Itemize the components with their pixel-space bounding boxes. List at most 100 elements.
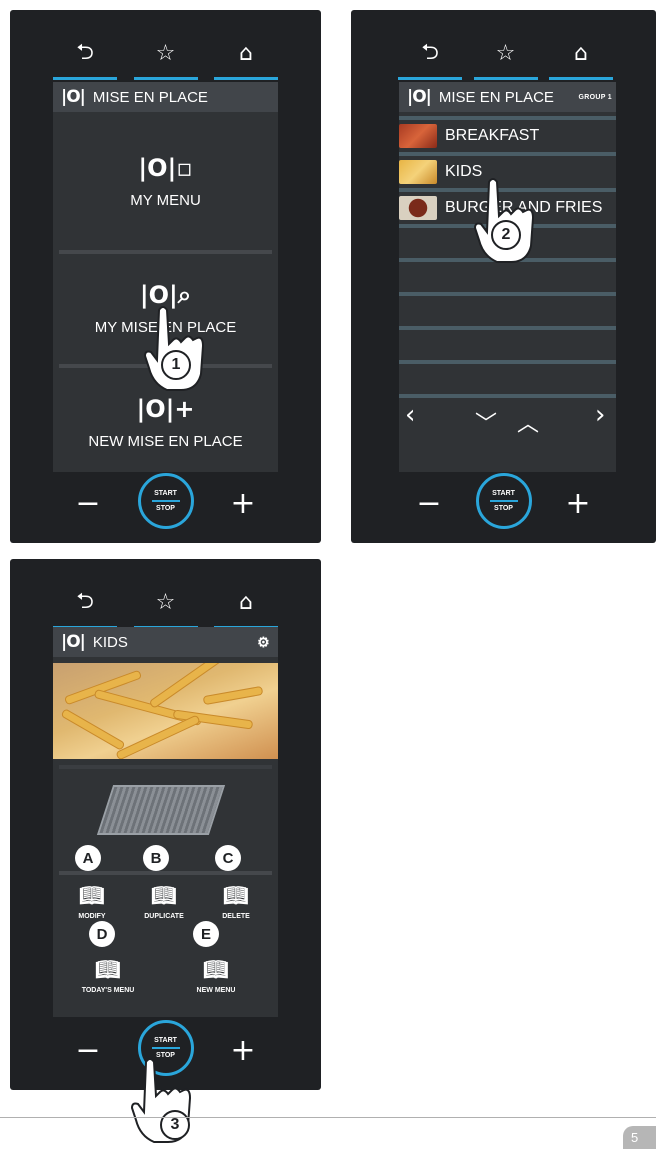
oven-panel-mise-en-place-list: ⮌ ☆ ⌂ |O| MISE EN PLACE GROUP 1 BREAKFAS…: [351, 10, 656, 543]
todays-menu-button[interactable]: 📖︎ TODAY'S MENU: [63, 957, 153, 994]
plus-button[interactable]: +: [223, 1030, 263, 1070]
list-item-label: BREAKFAST: [445, 127, 540, 144]
screen: |O| KIDS ⚙ A B C 📖︎ MODIFY 📖︎ DUPLICATE: [53, 627, 278, 1017]
label-d: D: [89, 921, 115, 947]
start-stop-button[interactable]: START STOP: [137, 473, 194, 529]
start-stop-separator: [151, 500, 180, 502]
pointing-hand-icon: [143, 306, 205, 391]
label-c: C: [215, 845, 241, 871]
header-title: MISE EN PLACE: [438, 88, 554, 106]
start-label: START: [492, 490, 515, 497]
action-label: NEW MENU: [196, 987, 236, 994]
book-delete-icon: 📖︎: [223, 883, 249, 907]
cutlery-icon: |O|: [61, 87, 86, 107]
book-eye-icon: 📖︎: [79, 883, 105, 907]
kids-photo: [53, 663, 278, 759]
cutlery-icon: |O|: [407, 87, 432, 107]
cutlery-icon: |O|: [61, 632, 86, 652]
duplicate-button[interactable]: 📖︎ DUPLICATE: [127, 883, 201, 920]
top-nav-bar: ⮌ ☆ ⌂: [53, 579, 278, 629]
top-nav-bar: ⮌ ☆ ⌂: [398, 30, 613, 80]
tile-label: NEW MISE EN PLACE: [88, 432, 243, 450]
minus-button[interactable]: −: [68, 483, 108, 523]
divider: [59, 250, 272, 254]
screen: |O| MISE EN PLACE GROUP 1 BREAKFAST KIDS…: [399, 82, 616, 472]
list-separator: [399, 116, 616, 120]
label-a: A: [75, 845, 101, 871]
home-icon[interactable]: ⌂: [214, 579, 278, 629]
start-stop-separator: [151, 1047, 180, 1049]
list-item-breakfast[interactable]: BREAKFAST: [399, 122, 616, 150]
oven-panel-kids: ⮌ ☆ ⌂ |O| KIDS ⚙ A B C 📖︎ MODIFY 📖︎ DUPL…: [10, 559, 321, 1090]
list-separator: [399, 394, 616, 398]
header-title: KIDS: [92, 633, 128, 651]
control-bar: − START STOP +: [351, 473, 656, 533]
fry: [202, 685, 264, 706]
back-icon[interactable]: ⮌: [53, 30, 117, 80]
action-label: MODIFY: [78, 913, 106, 920]
list-separator: [399, 360, 616, 364]
action-label: DUPLICATE: [144, 913, 184, 920]
fry: [60, 708, 126, 751]
divider: [59, 765, 272, 769]
burger-thumbnail: [399, 196, 437, 220]
stop-label: STOP: [494, 505, 513, 512]
minus-button[interactable]: −: [409, 483, 449, 523]
modify-button[interactable]: 📖︎ MODIFY: [57, 883, 127, 920]
book-duplicate-icon: 📖︎: [151, 883, 177, 907]
screen-header: |O| MISE EN PLACE: [53, 82, 278, 112]
header-title: MISE EN PLACE: [92, 88, 208, 106]
settings-icon[interactable]: ⚙: [257, 634, 270, 651]
star-icon[interactable]: ☆: [133, 579, 198, 629]
fry: [115, 714, 201, 759]
screen-header: |O| KIDS ⚙: [53, 627, 278, 657]
start-label: START: [154, 490, 177, 497]
step-number-badge: 1: [161, 350, 191, 380]
action-label: TODAY'S MENU: [81, 987, 135, 994]
top-nav-bar: ⮌ ☆ ⌂: [53, 30, 278, 80]
book-clock-icon: 📖︎: [95, 957, 121, 981]
stop-label: STOP: [156, 505, 175, 512]
star-icon[interactable]: ☆: [473, 30, 538, 80]
screen-header: |O| MISE EN PLACE GROUP 1: [399, 82, 616, 112]
list-separator: [399, 292, 616, 296]
start-stop-button[interactable]: START STOP: [475, 473, 532, 529]
list-navigation: ‹ ﹀ ︿ ›: [399, 400, 616, 440]
tray-image: [96, 785, 226, 835]
book-new-icon: 📖︎: [203, 957, 229, 981]
plus-button[interactable]: +: [223, 483, 263, 523]
chevron-up-icon[interactable]: ︿: [517, 406, 539, 438]
list-separator: [399, 326, 616, 330]
star-icon[interactable]: ☆: [133, 30, 198, 80]
start-stop-separator: [489, 500, 518, 502]
start-label: START: [154, 1037, 177, 1044]
chevron-down-icon[interactable]: ﹀: [475, 406, 497, 438]
back-icon[interactable]: ⮌: [53, 579, 117, 629]
chevron-left-icon[interactable]: ‹: [405, 400, 415, 430]
label-e: E: [193, 921, 219, 947]
breakfast-thumbnail: [399, 124, 437, 148]
chevron-right-icon[interactable]: ›: [595, 400, 605, 430]
tile-my-menu[interactable]: |O|▫ MY MENU: [53, 116, 278, 246]
new-menu-button[interactable]: 📖︎ NEW MENU: [171, 957, 261, 994]
step-number-badge: 3: [160, 1110, 190, 1140]
screen: |O| MISE EN PLACE |O|▫ MY MENU |O|⌕ MY M…: [53, 82, 278, 472]
tile-label: MY MENU: [130, 191, 201, 209]
plus-button[interactable]: +: [558, 483, 598, 523]
home-icon[interactable]: ⌂: [214, 30, 278, 80]
label-b: B: [143, 845, 169, 871]
home-icon[interactable]: ⌂: [549, 30, 613, 80]
back-icon[interactable]: ⮌: [398, 30, 462, 80]
delete-button[interactable]: 📖︎ DELETE: [201, 883, 271, 920]
group-badge: GROUP 1: [578, 93, 612, 101]
oven-panel-mise-en-place: ⮌ ☆ ⌂ |O| MISE EN PLACE |O|▫ MY MENU |O|…: [10, 10, 321, 543]
kids-thumbnail: [399, 160, 437, 184]
list-separator: [399, 152, 616, 156]
minus-button[interactable]: −: [68, 1030, 108, 1070]
footer-divider: [0, 1117, 656, 1118]
step-number-badge: 2: [491, 220, 521, 250]
my-menu-icon: |O|▫: [138, 153, 193, 182]
mise-en-place-add-icon: |O|+: [136, 394, 195, 423]
control-bar: − START STOP +: [10, 473, 321, 533]
divider: [59, 871, 272, 875]
